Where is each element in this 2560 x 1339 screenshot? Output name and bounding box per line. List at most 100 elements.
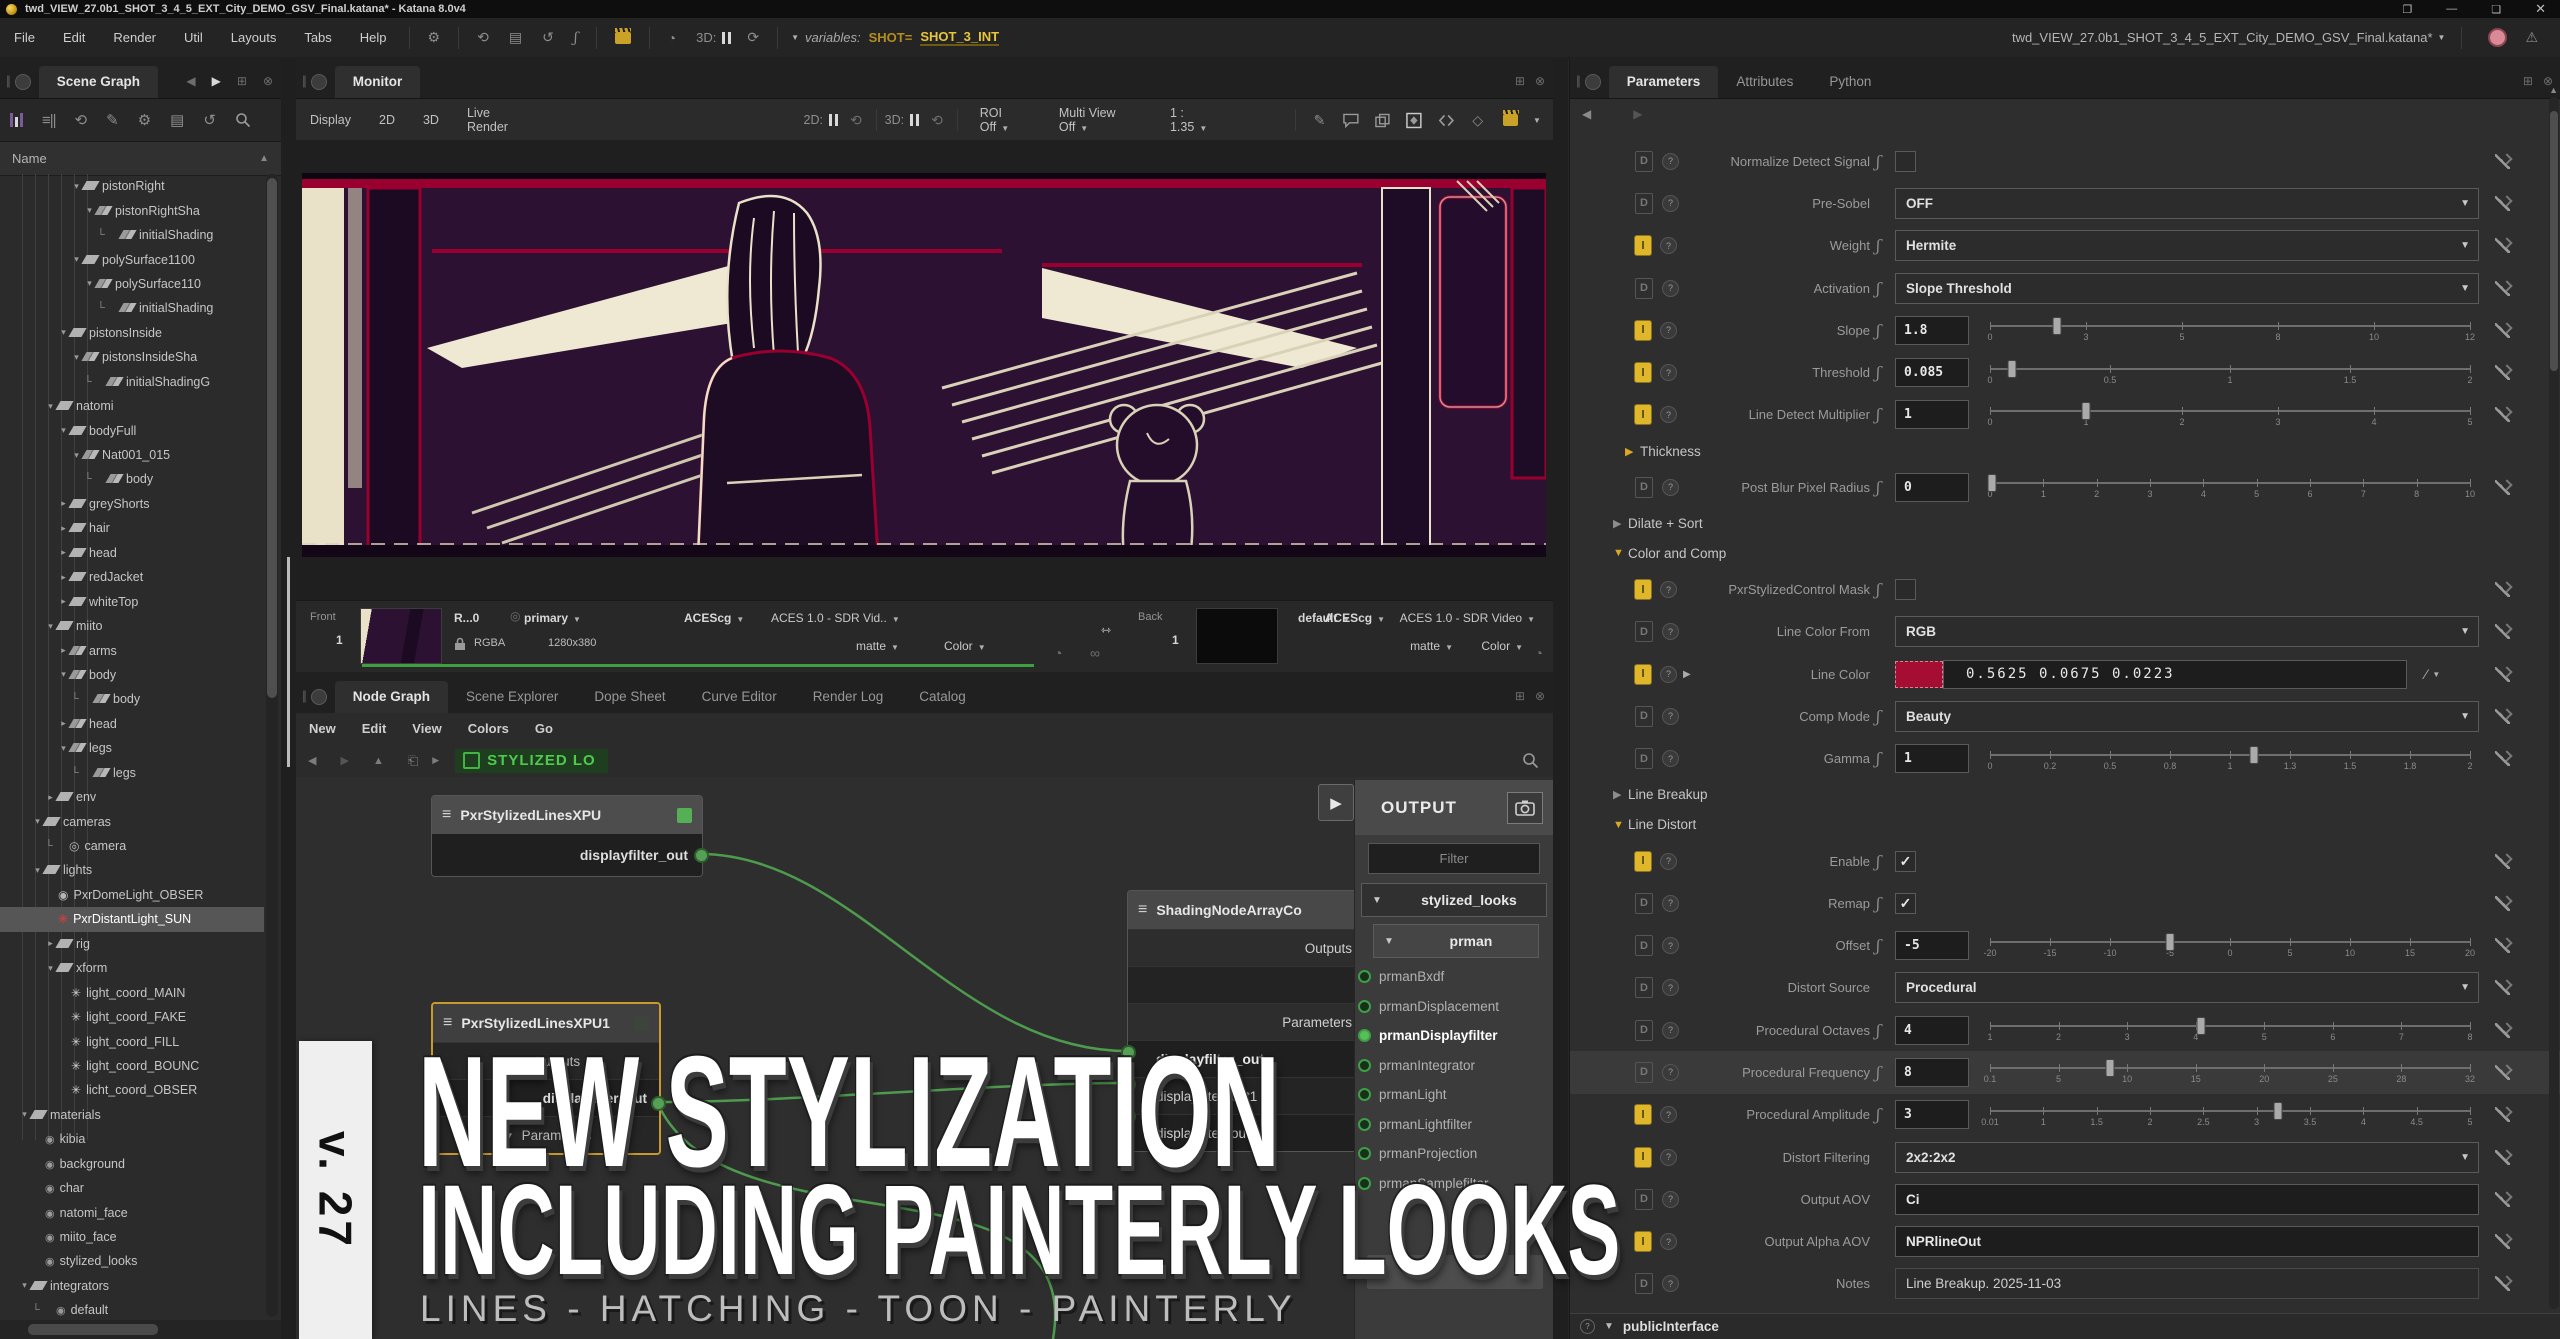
- variables-caret-icon[interactable]: ▼: [791, 33, 799, 42]
- back-arrow-icon[interactable]: ◀: [186, 74, 195, 88]
- param-widget[interactable]: 1: [1895, 400, 1969, 429]
- tree-row-pistonsInside[interactable]: ▾pistonsInside: [0, 321, 264, 345]
- pause-3d-icon[interactable]: [910, 114, 919, 126]
- roi-dropdown[interactable]: ROI Off▼: [980, 106, 1031, 134]
- tree-row-light_coord_FILL[interactable]: ✳light_coord_FILL: [0, 1029, 264, 1053]
- tree-row-light_coord_MAIN[interactable]: ✳light_coord_MAIN: [0, 980, 264, 1004]
- slider-handle[interactable]: [2007, 360, 2016, 378]
- fcurve-pin-icon[interactable]: [2495, 1107, 2510, 1122]
- close-button[interactable]: ✕: [2535, 1, 2546, 17]
- panel-close-icon[interactable]: ⊗: [1535, 689, 1545, 703]
- tree-row-default[interactable]: └◉default: [0, 1298, 264, 1320]
- pass-dropdown[interactable]: primary▼: [524, 611, 581, 625]
- tab-catalog[interactable]: Catalog: [901, 681, 984, 713]
- fcurve-pin-icon[interactable]: [2495, 154, 2510, 169]
- colorspace2-dropdown[interactable]: ACEScg▼: [1325, 611, 1385, 625]
- tree-row-natomi[interactable]: ▾natomi: [0, 394, 264, 418]
- ng-menu-edit[interactable]: Edit: [362, 721, 387, 736]
- expand-arrow-icon[interactable]: ▶: [1613, 788, 1628, 801]
- param-widget[interactable]: ✓: [1895, 851, 1916, 872]
- tree-row-cameras[interactable]: ▾cameras: [0, 809, 264, 833]
- param-widget[interactable]: [1895, 579, 1916, 600]
- pause-2d-icon[interactable]: [829, 114, 838, 126]
- sort-arrow-icon[interactable]: ▲: [259, 153, 269, 164]
- tree-row-bodyFull[interactable]: ▾bodyFull: [0, 418, 264, 442]
- output-item-prmanLightfilter[interactable]: prmanLightfilter: [1355, 1110, 1553, 1139]
- color-pen-icon[interactable]: ⁄: [2425, 666, 2427, 682]
- live-icon[interactable]: ↺: [203, 111, 216, 129]
- menu-util[interactable]: Util: [170, 30, 217, 45]
- slider-handle[interactable]: [2106, 1059, 2115, 1077]
- expression-icon[interactable]: ʃ: [1876, 894, 1880, 913]
- fcurve-pin-icon[interactable]: [2495, 1234, 2510, 1249]
- fcurve-pin-icon[interactable]: [2495, 407, 2510, 422]
- tree-vscrollbar[interactable]: [266, 174, 278, 1317]
- collapse-arrow-icon[interactable]: ▼: [1613, 819, 1628, 831]
- tree-row-background[interactable]: ◉background: [0, 1152, 264, 1176]
- output-item-prmanBxdf[interactable]: prmanBxdf: [1355, 962, 1553, 991]
- checkbox[interactable]: [1895, 151, 1916, 172]
- expression-icon[interactable]: ʃ: [1876, 749, 1880, 768]
- expand-arrow-icon[interactable]: ▶: [1625, 445, 1640, 458]
- collapse-arrow-icon[interactable]: ▼: [1613, 547, 1628, 559]
- refresh-3d-icon[interactable]: ⟲: [931, 112, 943, 129]
- more-caret-icon[interactable]: ▼: [1533, 116, 1541, 125]
- minimize-button[interactable]: —: [2446, 3, 2457, 15]
- matte2-dropdown[interactable]: matte▼: [1410, 639, 1453, 653]
- reload-icon[interactable]: ⟳: [737, 29, 769, 46]
- slider[interactable]: 0.15101520252832: [1990, 1057, 2470, 1087]
- menu-help[interactable]: Help: [346, 30, 401, 45]
- spin-icon[interactable]: ◔: [658, 30, 686, 46]
- gamut-box-icon[interactable]: [1406, 112, 1422, 129]
- tree-row-materials[interactable]: ▾materials: [0, 1103, 264, 1127]
- number-input[interactable]: 0.085: [1895, 358, 1969, 387]
- number-input[interactable]: 1.8: [1895, 316, 1969, 345]
- tree-row-rig[interactable]: ▸rig: [0, 932, 264, 956]
- dropdown[interactable]: 2x2:2x2▼: [1895, 1142, 2479, 1173]
- slider-handle[interactable]: [2082, 402, 2091, 420]
- tree-row-miito_face[interactable]: ◉miito_face: [0, 1225, 264, 1249]
- slider-handle[interactable]: [2274, 1102, 2283, 1120]
- expression-icon[interactable]: ʃ: [1876, 707, 1880, 726]
- param-widget[interactable]: 3: [1895, 1100, 1969, 1129]
- slider[interactable]: -20-15-10-505101520: [1990, 931, 2470, 961]
- enabled-badge[interactable]: [677, 808, 692, 823]
- slider-handle[interactable]: [1988, 474, 1997, 492]
- warning-icon[interactable]: ⚠: [2525, 29, 2538, 46]
- ng-menu-new[interactable]: New: [309, 721, 336, 736]
- multiview-dropdown[interactable]: Multi View Off▼: [1059, 106, 1142, 134]
- color-widget[interactable]: 0.5625 0.0675 0.0223⁄▼: [1895, 660, 2440, 689]
- tree-row-kibia[interactable]: ◉kibia: [0, 1127, 264, 1151]
- param-widget[interactable]: Beauty▼: [1895, 701, 2479, 732]
- tab-monitor[interactable]: Monitor: [335, 66, 421, 98]
- annotate-pen-icon[interactable]: ✎: [1304, 112, 1336, 129]
- maximize-button[interactable]: ❏: [2491, 3, 2501, 16]
- panel-grip[interactable]: ||: [1576, 73, 1579, 88]
- expression-icon[interactable]: ʃ: [1876, 478, 1880, 497]
- param-widget[interactable]: 1: [1895, 744, 1969, 773]
- param-widget[interactable]: Line Breakup. 2025-11-03: [1895, 1268, 2479, 1299]
- menu-tabs[interactable]: Tabs: [290, 30, 345, 45]
- help-icon[interactable]: ?: [1580, 1319, 1595, 1334]
- link-icon[interactable]: ∞: [1090, 645, 1100, 661]
- filter-input[interactable]: Filter: [1368, 843, 1540, 874]
- param-widget[interactable]: [1895, 151, 1916, 172]
- tree-row-polySurface1100[interactable]: ▾polySurface1100: [0, 247, 264, 271]
- fcurve-pin-icon[interactable]: [2495, 1065, 2510, 1080]
- tree-row-hair[interactable]: ▸hair: [0, 516, 264, 540]
- tree-row-pistonRightSha[interactable]: ▾pistonRightSha: [0, 198, 264, 222]
- slider[interactable]: 01234567810: [1990, 472, 2470, 502]
- chevron-down-icon[interactable]: ▼: [2432, 670, 2440, 679]
- number-input[interactable]: 8: [1895, 1058, 1969, 1087]
- tree-row-whiteTop[interactable]: ▸whiteTop: [0, 589, 264, 613]
- channels-label[interactable]: RGBA: [474, 637, 505, 649]
- dropdown[interactable]: Slope Threshold▼: [1895, 273, 2479, 304]
- fcurve-pin-icon[interactable]: [2495, 196, 2510, 211]
- fcurve-pin-icon[interactable]: [2495, 896, 2510, 911]
- fcurve-pin-icon[interactable]: [2495, 323, 2510, 338]
- panel-grip[interactable]: ||: [6, 73, 9, 88]
- output-item-prmanIntegrator[interactable]: prmanIntegrator: [1355, 1051, 1553, 1080]
- tree-row-initialShadingG[interactable]: └initialShadingG: [0, 370, 264, 394]
- tree-row-miito[interactable]: ▾miito: [0, 614, 264, 638]
- tab-scene-explorer[interactable]: Scene Explorer: [448, 681, 576, 713]
